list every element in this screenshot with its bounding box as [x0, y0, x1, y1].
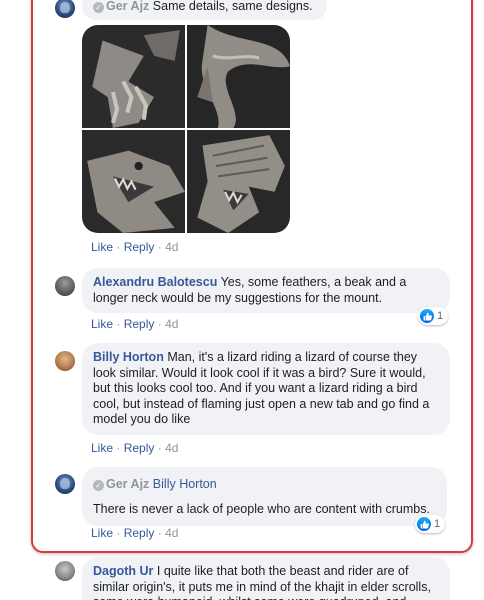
image-gallery: [82, 25, 290, 233]
avatar[interactable]: [55, 0, 75, 18]
like-link[interactable]: Like: [91, 240, 113, 254]
gallery-image[interactable]: [82, 130, 185, 233]
reaction-count: 1: [434, 518, 441, 530]
gallery-image[interactable]: [187, 130, 290, 233]
reaction-badge[interactable]: 1: [415, 515, 446, 533]
avatar[interactable]: [55, 561, 75, 581]
comment-bubble: Alexandru Balotescu Yes, some feathers, …: [82, 268, 450, 313]
comment-actions: Like · Reply · 4d: [91, 317, 179, 331]
reaction-badge[interactable]: 1: [418, 307, 449, 325]
reply-link[interactable]: Reply: [124, 526, 155, 540]
comment-author[interactable]: Ger Ajz: [106, 477, 149, 491]
comment-timestamp[interactable]: 4d: [165, 240, 178, 254]
mention-link[interactable]: Billy Horton: [153, 477, 217, 491]
comment-bubble: ✓ Ger Ajz Billy Horton There is never a l…: [82, 467, 447, 526]
check-icon: ✓: [93, 480, 104, 491]
like-link[interactable]: Like: [91, 441, 113, 455]
comment-bubble: Billy Horton Man, it's a lizard riding a…: [82, 343, 450, 435]
comment-text: Same details, same designs.: [152, 0, 313, 13]
comment-author[interactable]: Dagoth Ur: [93, 564, 153, 578]
gallery-image[interactable]: [187, 25, 290, 128]
comment-author[interactable]: Billy Horton: [93, 350, 164, 364]
reply-link[interactable]: Reply: [124, 240, 155, 254]
reply-link[interactable]: Reply: [124, 317, 155, 331]
comment-timestamp[interactable]: 4d: [165, 317, 178, 331]
comment-text: There is never a lack of people who are …: [93, 502, 430, 516]
like-link[interactable]: Like: [91, 317, 113, 331]
comment-author[interactable]: Alexandru Balotescu: [93, 275, 217, 289]
comment-timestamp[interactable]: 4d: [165, 441, 178, 455]
comment-thread: ✓ Ger Ajz Same details, same designs. Li…: [0, 0, 484, 600]
comment-author[interactable]: Ger Ajz: [106, 0, 149, 13]
comment-actions: Like · Reply · 4d: [91, 240, 179, 254]
like-icon: [420, 309, 434, 323]
reply-link[interactable]: Reply: [124, 441, 155, 455]
gallery-image[interactable]: [82, 25, 185, 128]
avatar[interactable]: [55, 276, 75, 296]
reaction-count: 1: [437, 310, 444, 322]
like-icon: [417, 517, 431, 531]
comment-bubble: Dagoth Ur I quite like that both the bea…: [82, 557, 450, 600]
comment-actions: Like · Reply · 4d: [91, 526, 179, 540]
check-icon: ✓: [93, 2, 104, 13]
comment-bubble: ✓ Ger Ajz Same details, same designs.: [82, 0, 327, 20]
like-link[interactable]: Like: [91, 526, 113, 540]
comment-actions: Like · Reply · 4d: [91, 441, 179, 455]
avatar[interactable]: [55, 351, 75, 371]
comment-timestamp[interactable]: 4d: [165, 526, 178, 540]
avatar[interactable]: [55, 474, 75, 494]
